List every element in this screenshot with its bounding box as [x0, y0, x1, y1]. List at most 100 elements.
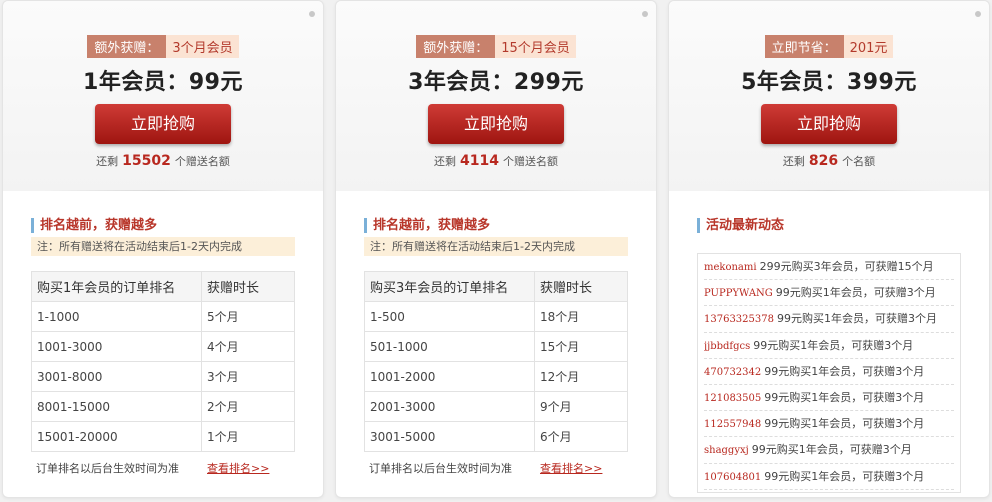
feed-text: 99元购买1年会员，可获赠3个月: [753, 338, 914, 352]
corner-dot-icon: [642, 11, 648, 17]
reward-cell: 9个月: [534, 391, 628, 422]
table-row: 3001-5000 6个月: [364, 421, 628, 452]
feed-user: 107604801: [704, 471, 762, 483]
feed-text: 99元购买1年会员，可获赠3个月: [775, 286, 936, 300]
buy-now-button[interactable]: 立即抢购: [761, 104, 897, 144]
remaining-prefix: 还剩: [96, 155, 119, 168]
list-item: jjbbdfgcs 99元购买1年会员，可获赠3个月: [704, 333, 954, 359]
list-item: shaggyxj 99元购买1年会员，可获赠3个月: [704, 437, 954, 464]
feed-user: 470732342: [704, 366, 762, 378]
rank-cell: 3001-8000: [31, 361, 202, 392]
column-header-reward: 获赠时长: [201, 271, 295, 302]
rank-cell: 15001-20000: [31, 421, 202, 452]
view-ranking-link[interactable]: 查看排名>>: [540, 460, 602, 476]
feed-user: 112557948: [704, 419, 762, 431]
remaining-suffix: 个赠送名额: [502, 155, 558, 168]
feed-user: PUPPYWANG: [704, 288, 773, 300]
plan-price: 5年会员：399元: [741, 70, 917, 95]
table-row: 1001-3000 4个月: [31, 331, 295, 362]
rank-cell: 3001-5000: [364, 421, 535, 452]
rank-cell: 1001-3000: [31, 331, 202, 362]
bonus-badge: 额外获赠： 15个月会员: [336, 35, 656, 58]
feed-user: 13763325378: [704, 314, 774, 326]
table-row: 1-500 18个月: [364, 301, 628, 332]
bonus-badge: 额外获赠： 3个月会员: [3, 35, 323, 58]
list-item: PUPPYWANG 99元购买1年会员，可获赠3个月: [704, 280, 954, 307]
reward-cell: 6个月: [534, 421, 628, 452]
offer-card-1-year: 额外获赠： 3个月会员 1年会员：99元 立即抢购 还剩 15502 个赠送名额 排名…: [2, 0, 324, 498]
reward-cell: 1个月: [201, 421, 295, 452]
column-header-rank: 购买1年会员的订单排名: [31, 271, 202, 302]
bonus-badge-value: 3个月会员: [166, 35, 239, 58]
list-item: mekonami 299元购买3年会员，可获赠15个月: [704, 254, 954, 281]
footer-note: 订单排名以后台生效时间为准: [369, 462, 512, 475]
view-ranking-link[interactable]: 查看排名>>: [207, 460, 269, 476]
buy-now-button[interactable]: 立即抢购: [95, 104, 231, 144]
remaining-suffix: 个名额: [842, 155, 876, 168]
offer-card-5-year: 立即节省： 201元 5年会员：399元 立即抢购 还剩 826 个名额 活动最新动态…: [668, 0, 990, 498]
reward-cell: 3个月: [201, 361, 295, 392]
remaining-suffix: 个赠送名额: [174, 155, 230, 168]
notice-bar: 注：所有赠送将在活动结束后1-2天内完成: [364, 237, 628, 256]
list-item: 112557948 99元购买1年会员，可获赠3个月: [704, 411, 954, 438]
remaining-count: 4114: [460, 153, 499, 169]
rank-cell: 1001-2000: [364, 361, 535, 392]
remaining-quota: 还剩 826 个名额: [669, 153, 989, 169]
table-row: 1001-2000 12个月: [364, 361, 628, 392]
feed-text: 99元购买1年会员，可获赠3个月: [764, 417, 925, 431]
table-row: 2001-3000 9个月: [364, 391, 628, 422]
bonus-badge-value: 15个月会员: [495, 35, 576, 58]
reward-cell: 12个月: [534, 361, 628, 392]
remaining-prefix: 还剩: [782, 155, 805, 168]
list-item: 13763325378 99元购买1年会员，可获赠3个月: [704, 306, 954, 333]
section-title: 排名越前，获赠越多: [364, 218, 490, 233]
rank-cell: 8001-15000: [31, 391, 202, 422]
feed-user: jjbbdfgcs: [704, 340, 751, 352]
table-row: 1-1000 5个月: [31, 301, 295, 332]
savings-badge-value: 201元: [843, 35, 894, 58]
table-row: 15001-20000 1个月: [31, 421, 295, 452]
table-header-row: 购买3年会员的订单排名 获赠时长: [364, 271, 628, 302]
reward-cell: 15个月: [534, 331, 628, 362]
buy-now-button[interactable]: 立即抢购: [428, 104, 564, 144]
table-header-row: 购买1年会员的订单排名 获赠时长: [31, 271, 295, 302]
rank-reward-table: 购买3年会员的订单排名 获赠时长 1-500 18个月 501-1000 15个月 …: [364, 271, 628, 452]
rank-cell: 501-1000: [364, 331, 535, 362]
activity-feed[interactable]: mekonami 299元购买3年会员，可获赠15个月 PUPPYWANG 99元购…: [697, 253, 961, 493]
bonus-badge-label: 额外获赠：: [416, 35, 496, 58]
reward-cell: 5个月: [201, 301, 295, 332]
corner-dot-icon: [309, 11, 315, 17]
list-item: 107604801 99元购买1年会员，可获赠3个月: [704, 464, 954, 490]
column-header-reward: 获赠时长: [534, 271, 628, 302]
table-row: 3001-8000 3个月: [31, 361, 295, 392]
bonus-badge-label: 额外获赠：: [87, 35, 167, 58]
remaining-quota: 还剩 15502 个赠送名额: [3, 153, 323, 169]
remaining-prefix: 还剩: [434, 155, 457, 168]
column-header-rank: 购买3年会员的订单排名: [364, 271, 535, 302]
feed-text: 99元购买1年会员，可获赠3个月: [764, 364, 925, 378]
footer-note: 订单排名以后台生效时间为准: [36, 462, 179, 475]
section-title: 活动最新动态: [697, 218, 784, 233]
rank-cell: 1-500: [364, 301, 535, 332]
remaining-count: 15502: [122, 153, 171, 169]
feed-text: 299元购买3年会员，可获赠15个月: [759, 260, 934, 273]
feed-text: 99元购买1年会员，可获赠3个月: [764, 390, 925, 404]
corner-dot-icon: [975, 11, 981, 17]
table-row: 8001-15000 2个月: [31, 391, 295, 422]
rank-cell: 2001-3000: [364, 391, 535, 422]
notice-bar: 注：所有赠送将在活动结束后1-2天内完成: [31, 237, 295, 256]
feed-text: 99元购买1年会员，可获赠3个月: [777, 312, 937, 326]
remaining-quota: 还剩 4114 个赠送名额: [336, 153, 656, 169]
feed-user: shaggyxj: [704, 445, 749, 457]
section-title: 排名越前，获赠越多: [31, 218, 157, 233]
plan-price: 1年会员：99元: [83, 70, 243, 95]
reward-cell: 4个月: [201, 331, 295, 362]
remaining-count: 826: [808, 153, 839, 169]
reward-cell: 18个月: [534, 301, 628, 332]
reward-cell: 2个月: [201, 391, 295, 422]
rank-cell: 1-1000: [31, 301, 202, 332]
savings-badge: 立即节省： 201元: [669, 35, 989, 58]
feed-text: 99元购买1年会员，可获赠3个月: [751, 443, 912, 457]
rank-reward-table: 购买1年会员的订单排名 获赠时长 1-1000 5个月 1001-3000 4个月 …: [31, 271, 295, 452]
list-item: 470732342 99元购买1年会员，可获赠3个月: [704, 359, 954, 385]
